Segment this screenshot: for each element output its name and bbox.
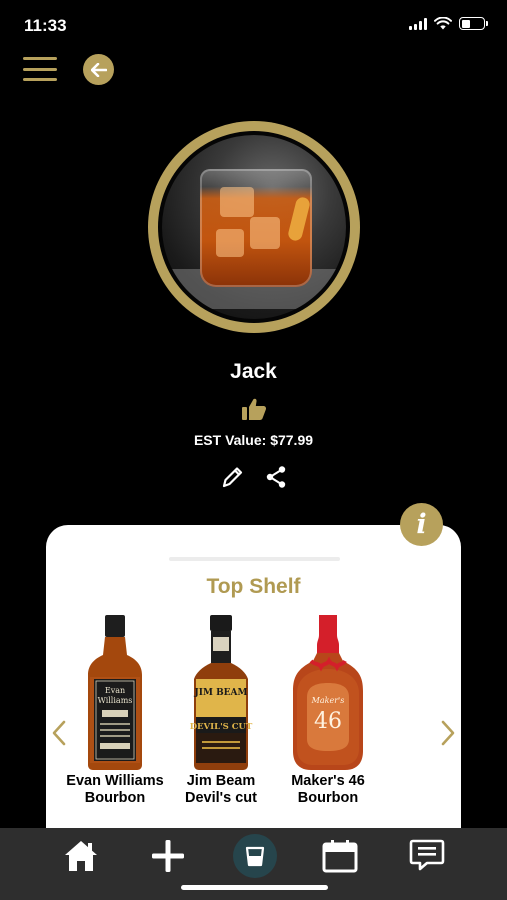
status-bar: 11:33 — [0, 0, 507, 52]
jim-beam-bottle-image: JIM BEAM DEVIL'S CUT — [166, 613, 276, 771]
svg-text:46: 46 — [314, 709, 342, 734]
bar-glass-icon — [245, 846, 265, 867]
status-icons — [409, 17, 488, 30]
cocktail-photo — [162, 135, 346, 319]
makers-46-bottle-image: Maker's 46 — [273, 613, 383, 771]
svg-text:Evan: Evan — [105, 686, 125, 695]
home-indicator — [181, 885, 328, 890]
bar-tab[interactable] — [233, 834, 277, 878]
info-button[interactable]: i — [400, 503, 443, 546]
profile-photo[interactable] — [148, 121, 360, 333]
add-icon[interactable] — [151, 839, 185, 873]
bottle-name: Evan Williams Bourbon — [66, 773, 164, 806]
share-icon[interactable] — [265, 465, 287, 489]
status-time: 11:33 — [24, 16, 67, 35]
carousel-next-arrow-icon[interactable] — [440, 720, 456, 746]
bottle-name: Jim Beam Devil's cut — [185, 773, 257, 806]
estimated-value: EST Value: $77.99 — [193, 432, 314, 448]
svg-text:JIM BEAM: JIM BEAM — [194, 688, 248, 698]
card-title: Top Shelf — [206, 575, 301, 598]
card-drag-handle[interactable] — [169, 557, 340, 561]
calendar-icon[interactable] — [322, 839, 358, 873]
info-icon: i — [416, 509, 427, 540]
cellular-signal-icon — [409, 17, 427, 30]
bottle-item-jim-beam[interactable]: JIM BEAM DEVIL'S CUT Jim Beam Devil's cu… — [166, 613, 276, 807]
svg-text:Maker's: Maker's — [311, 696, 345, 705]
top-shelf-card: Top Shelf Evan Williams Evan Williams Bo… — [46, 525, 461, 835]
back-button[interactable] — [83, 54, 114, 85]
hamburger-menu-icon[interactable] — [23, 57, 57, 81]
home-icon[interactable] — [63, 839, 99, 873]
svg-text:Williams: Williams — [98, 696, 133, 705]
evan-williams-bottle-image: Evan Williams — [60, 613, 170, 771]
profile-name: Jack — [230, 360, 277, 383]
messages-icon[interactable] — [409, 839, 445, 873]
bottle-name: Maker's 46 Bourbon — [291, 773, 365, 806]
svg-text:DEVIL'S CUT: DEVIL'S CUT — [190, 722, 253, 732]
bottle-item-makers-46[interactable]: Maker's 46 Maker's 46 Bourbon — [273, 613, 383, 807]
back-arrow-icon — [90, 62, 107, 77]
battery-icon — [459, 17, 488, 30]
edit-pencil-icon[interactable] — [220, 464, 244, 490]
wifi-icon — [434, 17, 452, 30]
thumbs-up-icon[interactable] — [241, 397, 267, 421]
bottle-item-evan-williams[interactable]: Evan Williams Evan Williams Bourbon — [60, 613, 170, 807]
